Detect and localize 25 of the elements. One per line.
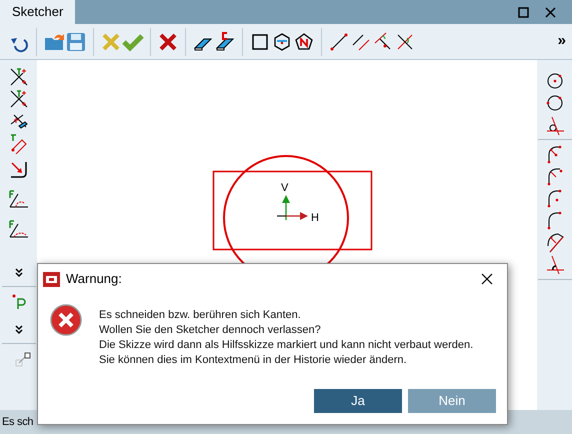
resize-icon[interactable] [14,352,30,368]
eraser-icon[interactable] [214,30,236,52]
axis-label: V [281,182,288,194]
close-icon[interactable] [481,273,493,285]
overflow-button[interactable]: » [558,30,566,53]
axis-label: H [311,212,319,224]
rectangle-shape[interactable] [212,170,372,250]
dialog-title: Warnung: [66,270,122,288]
dialog-button[interactable]: Ja [314,389,402,413]
window-title[interactable]: Sketcher [0,0,76,24]
error-icon [50,304,82,336]
app-icon [43,272,60,286]
vertical-axis-arrow [282,195,290,220]
pentagon-icon[interactable] [293,30,315,52]
horizontal-axis-arrow [276,212,308,220]
close-icon[interactable] [545,6,556,18]
save-icon[interactable] [65,30,87,52]
status-text: Es sch [2,414,34,430]
maximize-icon[interactable] [518,6,529,18]
intersection-icon[interactable] [8,66,30,88]
dialog-message: Es schneiden bzw. berühren sich Kanten. Wollen Sie den Sketcher dennoch verlassen? Die Skizze wird dann als Hilfsskizze markiert und kann nicht verbaut werden. Sie können dies im Kontextmenü in der Historie wieder ändern. [99,308,474,368]
line-icon[interactable] [328,30,350,52]
chevron-icon[interactable] [14,325,24,335]
chevron-icon[interactable] [14,268,24,278]
intersection-icon[interactable] [8,88,30,110]
